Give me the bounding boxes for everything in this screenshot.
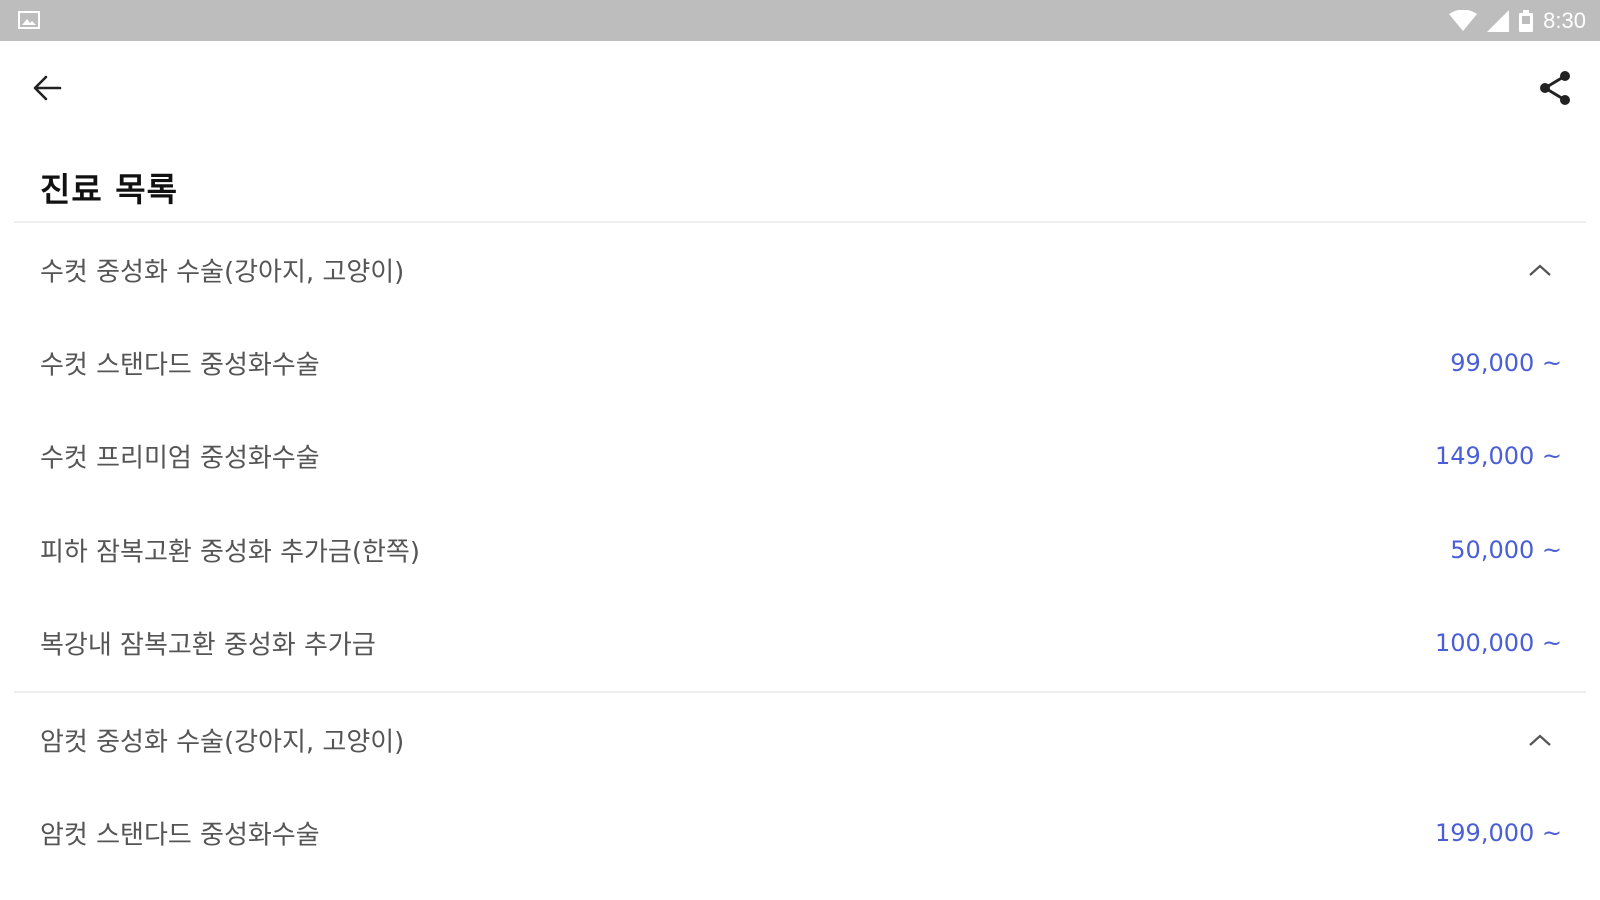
list-item[interactable]: 피하 잠복고환 중성화 추가금(한쪽) 50,000 ~ xyxy=(0,504,1600,596)
item-price: 149,000 ~ xyxy=(1435,442,1562,470)
divider xyxy=(14,221,1586,223)
status-bar: 8:30 xyxy=(0,0,1600,41)
section-title: 암컷 중성화 수술(강아지, 고양이) xyxy=(40,727,405,758)
list-item[interactable]: 암컷 스탠다드 중성화수술 199,000 ~ xyxy=(0,787,1600,879)
battery-icon xyxy=(1519,10,1534,32)
app-bar xyxy=(0,41,1600,141)
cellular-signal-icon xyxy=(1487,10,1510,32)
image-notification-icon xyxy=(18,10,40,30)
item-name: 복강내 잠복고환 중성화 추가금 xyxy=(40,630,376,661)
item-name: 수컷 스탠다드 중성화수술 xyxy=(40,350,320,381)
item-price: 199,000 ~ xyxy=(1435,819,1562,847)
item-price: 100,000 ~ xyxy=(1435,629,1562,657)
list-item[interactable]: 복강내 잠복고환 중성화 추가금 100,000 ~ xyxy=(0,597,1600,689)
wifi-icon xyxy=(1449,10,1478,32)
share-icon xyxy=(1540,71,1570,105)
list-item[interactable]: 수컷 스탠다드 중성화수술 99,000 ~ xyxy=(0,317,1600,409)
section-header-male-neutering[interactable]: 수컷 중성화 수술(강아지, 고양이) xyxy=(0,224,1600,316)
list-item[interactable]: 수컷 프리미엄 중성화수술 149,000 ~ xyxy=(0,410,1600,502)
section-title: 수컷 중성화 수술(강아지, 고양이) xyxy=(40,257,405,288)
item-name: 피하 잠복고환 중성화 추가금(한쪽) xyxy=(40,537,420,568)
back-button[interactable] xyxy=(22,63,72,113)
item-price: 50,000 ~ xyxy=(1450,536,1562,564)
status-time: 8:30 xyxy=(1543,8,1586,33)
status-icons: 8:30 xyxy=(1449,8,1586,34)
section-header-female-neutering[interactable]: 암컷 중성화 수술(강아지, 고양이) xyxy=(0,694,1600,786)
share-button[interactable] xyxy=(1530,63,1580,113)
item-name: 수컷 프리미엄 중성화수술 xyxy=(40,443,320,474)
item-name: 암컷 스탠다드 중성화수술 xyxy=(40,820,320,851)
item-price: 99,000 ~ xyxy=(1450,349,1562,377)
page-title: 진료 목록 xyxy=(40,170,178,209)
divider xyxy=(14,691,1586,693)
chevron-up-icon xyxy=(1529,734,1551,746)
arrow-back-icon xyxy=(33,75,62,101)
chevron-up-icon xyxy=(1529,264,1551,276)
